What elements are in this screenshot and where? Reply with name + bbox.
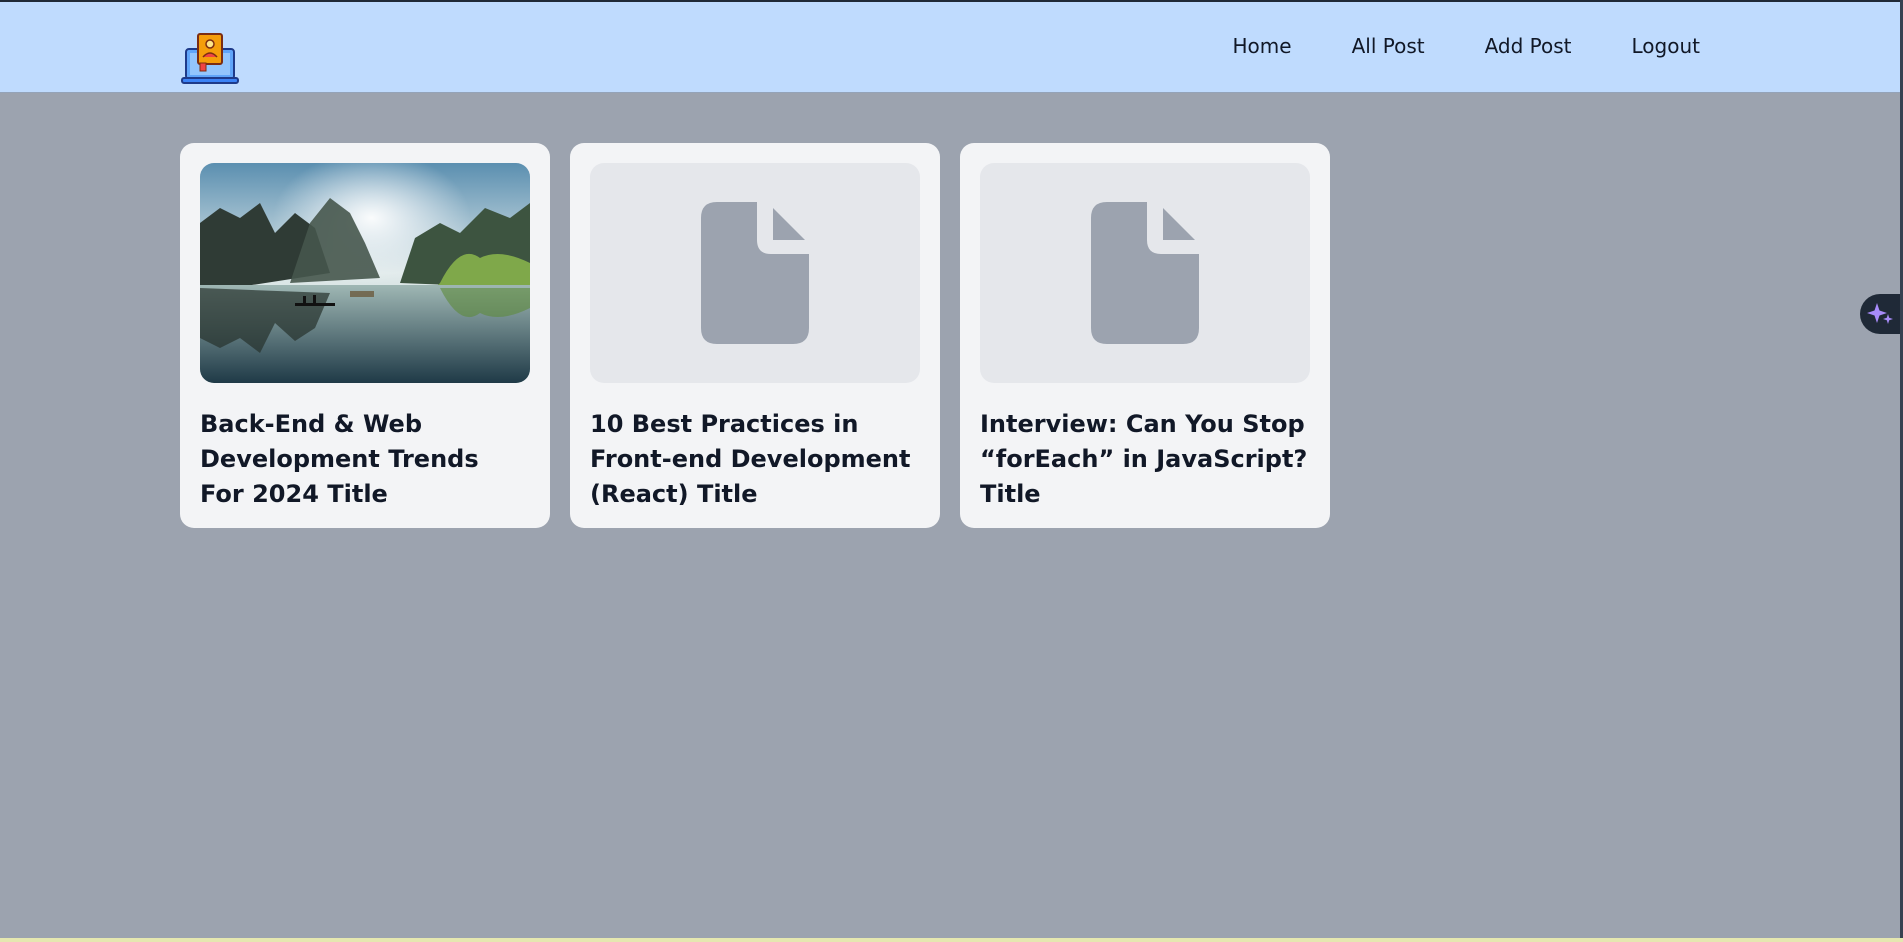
header: Home All Post Add Post Logout [0, 2, 1903, 93]
nav-add-post[interactable]: Add Post [1485, 32, 1572, 60]
sparkles-icon [1867, 303, 1893, 324]
file-placeholder-icon [1091, 202, 1199, 344]
post-title: Interview: Can You Stop “forEach” in Jav… [980, 410, 1308, 508]
bottom-edge [0, 938, 1903, 942]
post-image-placeholder [590, 163, 920, 383]
post-card[interactable]: 10 Best Practices in Front-end Developme… [570, 143, 940, 528]
ai-assistant-button[interactable] [1860, 294, 1903, 334]
nav-all-post[interactable]: All Post [1352, 32, 1425, 60]
post-title: Back-End & Web Development Trends For 20… [200, 410, 479, 508]
post-title: 10 Best Practices in Front-end Developme… [590, 410, 911, 508]
file-placeholder-icon [701, 202, 809, 344]
post-image [200, 163, 530, 383]
post-list: Back-End & Web Development Trends For 20… [180, 143, 1330, 528]
landscape-photo [200, 163, 530, 383]
post-image-placeholder [980, 163, 1310, 383]
post-card[interactable]: Back-End & Web Development Trends For 20… [180, 143, 550, 528]
nav-home[interactable]: Home [1233, 32, 1292, 60]
blog-logo-icon[interactable] [180, 31, 240, 87]
post-card[interactable]: Interview: Can You Stop “forEach” in Jav… [960, 143, 1330, 528]
page: Home All Post Add Post Logout Back-End &… [0, 0, 1903, 942]
nav-logout[interactable]: Logout [1632, 32, 1700, 60]
main-nav: Home All Post Add Post Logout [1173, 32, 1700, 60]
